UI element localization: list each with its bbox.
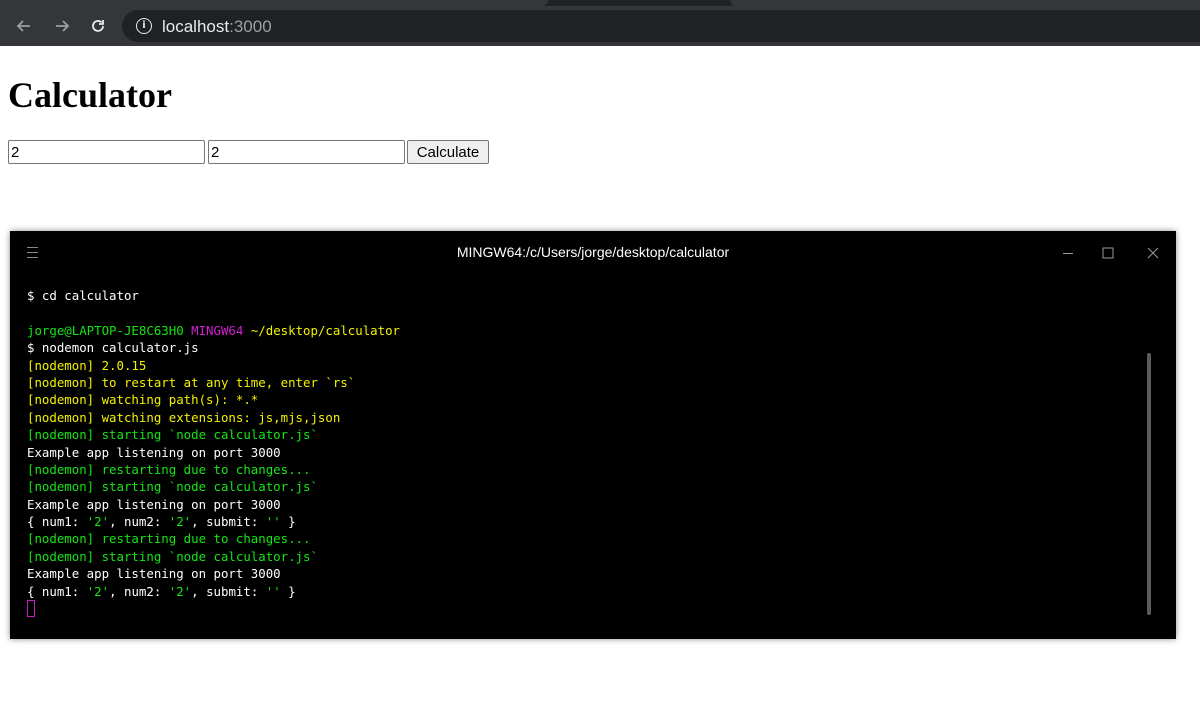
terminal-line: [nodemon] starting `node calculator.js` [27, 426, 1147, 443]
url-host: localhost [162, 17, 230, 36]
forward-button[interactable] [50, 14, 74, 38]
terminal-text: [nodemon] starting `node calculator.js` [27, 479, 318, 495]
terminal-scrollbar[interactable] [1147, 353, 1151, 615]
terminal-titlebar[interactable]: MINGW64:/c/Users/jorge/desktop/calculato… [10, 231, 1176, 275]
arrow-left-icon [16, 20, 30, 32]
terminal-text: , num2: [109, 583, 169, 599]
terminal-text: { num1: [27, 514, 87, 530]
terminal-line: [nodemon] watching path(s): *.* [27, 391, 1147, 408]
terminal-text: '' [265, 583, 281, 599]
info-icon[interactable]: i [136, 18, 152, 34]
terminal-text: [nodemon] to restart at any time, enter … [27, 374, 356, 390]
terminal-line: { num1: '2', num2: '2', submit: '' } [27, 513, 1147, 530]
terminal-text: [nodemon] watching path(s): *.* [27, 392, 259, 408]
close-icon [1147, 247, 1159, 259]
terminal-text: , submit: [191, 583, 266, 599]
terminal-line: [nodemon] watching extensions: js,mjs,js… [27, 409, 1147, 426]
back-button[interactable] [12, 14, 36, 38]
terminal-title: MINGW64:/c/Users/jorge/desktop/calculato… [456, 244, 730, 260]
terminal-text: , submit: [191, 514, 266, 530]
terminal-text: Example app listening on port 3000 [27, 496, 281, 512]
maximize-icon [1102, 247, 1114, 259]
terminal-text: { num1: [27, 583, 87, 599]
terminal-line: { num1: '2', num2: '2', submit: '' } [27, 583, 1147, 600]
terminal-line: [nodemon] restarting due to changes... [27, 461, 1147, 478]
terminal-text: MINGW64 [191, 322, 251, 338]
terminal-text: jorge@LAPTOP-JE8C63H0 [27, 322, 192, 338]
minimize-button[interactable] [1058, 243, 1078, 263]
terminal-output[interactable]: $ cd calculator jorge@LAPTOP-JE8C63H0 MIN… [27, 287, 1147, 618]
terminal-text: ~/desktop/calculator [250, 322, 401, 338]
terminal-text: '' [265, 514, 281, 530]
terminal-line: [nodemon] starting `node calculator.js` [27, 548, 1147, 565]
terminal-text: '2' [168, 583, 192, 599]
terminal-text: } [280, 583, 296, 599]
terminal-text: [nodemon] restarting due to changes... [27, 531, 311, 547]
terminal-text: '2' [86, 514, 110, 530]
terminal-text: '2' [86, 583, 110, 599]
terminal-text: [nodemon] watching extensions: js,mjs,js… [27, 409, 341, 425]
terminal-line: jorge@LAPTOP-JE8C63H0 MINGW64 ~/desktop/… [27, 322, 1147, 339]
address-bar[interactable]: i localhost:3000 [122, 10, 1200, 42]
terminal-text: Example app listening on port 3000 [27, 566, 281, 582]
page-title: Calculator [8, 75, 172, 115]
terminal-cursor [27, 600, 35, 618]
terminal-text: $ cd calculator [27, 288, 139, 303]
terminal-line: $ nodemon calculator.js [27, 339, 1147, 356]
terminal-cursor-line [27, 600, 1147, 618]
terminal-line: Example app listening on port 3000 [27, 444, 1147, 461]
terminal-text: '2' [168, 514, 192, 530]
terminal-line: Example app listening on port 3000 [27, 565, 1147, 582]
url-text[interactable]: localhost:3000 [162, 17, 272, 37]
terminal-text: } [280, 514, 296, 530]
terminal-line: [nodemon] to restart at any time, enter … [27, 374, 1147, 391]
terminal-text: $ nodemon calculator.js [27, 340, 199, 356]
terminal-text: [nodemon] starting `node calculator.js` [27, 548, 318, 564]
reload-button[interactable] [86, 14, 110, 38]
terminal-text: [nodemon] restarting due to changes... [27, 461, 311, 477]
url-port: :3000 [229, 17, 272, 36]
terminal-line: [nodemon] restarting due to changes... [27, 530, 1147, 547]
reload-icon [92, 20, 104, 32]
minimize-icon [1063, 253, 1073, 254]
calculate-button[interactable]: Calculate [407, 140, 489, 164]
terminal-text: [nodemon] starting `node calculator.js` [27, 427, 318, 443]
terminal-window[interactable]: MINGW64:/c/Users/jorge/desktop/calculato… [10, 231, 1176, 639]
terminal-line: [nodemon] starting `node calculator.js` [27, 478, 1147, 495]
close-button[interactable] [1143, 243, 1163, 263]
terminal-text: [nodemon] 2.0.15 [27, 357, 147, 373]
terminal-line: Example app listening on port 3000 [27, 496, 1147, 513]
browser-toolbar: i localhost:3000 [0, 6, 1200, 46]
num2-input[interactable] [208, 140, 405, 164]
terminal-line: [nodemon] 2.0.15 [27, 357, 1147, 374]
terminal-line: $ cd calculator [27, 287, 1147, 304]
arrow-right-icon [56, 20, 70, 32]
terminal-text: Example app listening on port 3000 [27, 444, 281, 460]
num1-input[interactable] [8, 140, 205, 164]
terminal-text: , num2: [109, 514, 169, 530]
maximize-button[interactable] [1098, 243, 1118, 263]
